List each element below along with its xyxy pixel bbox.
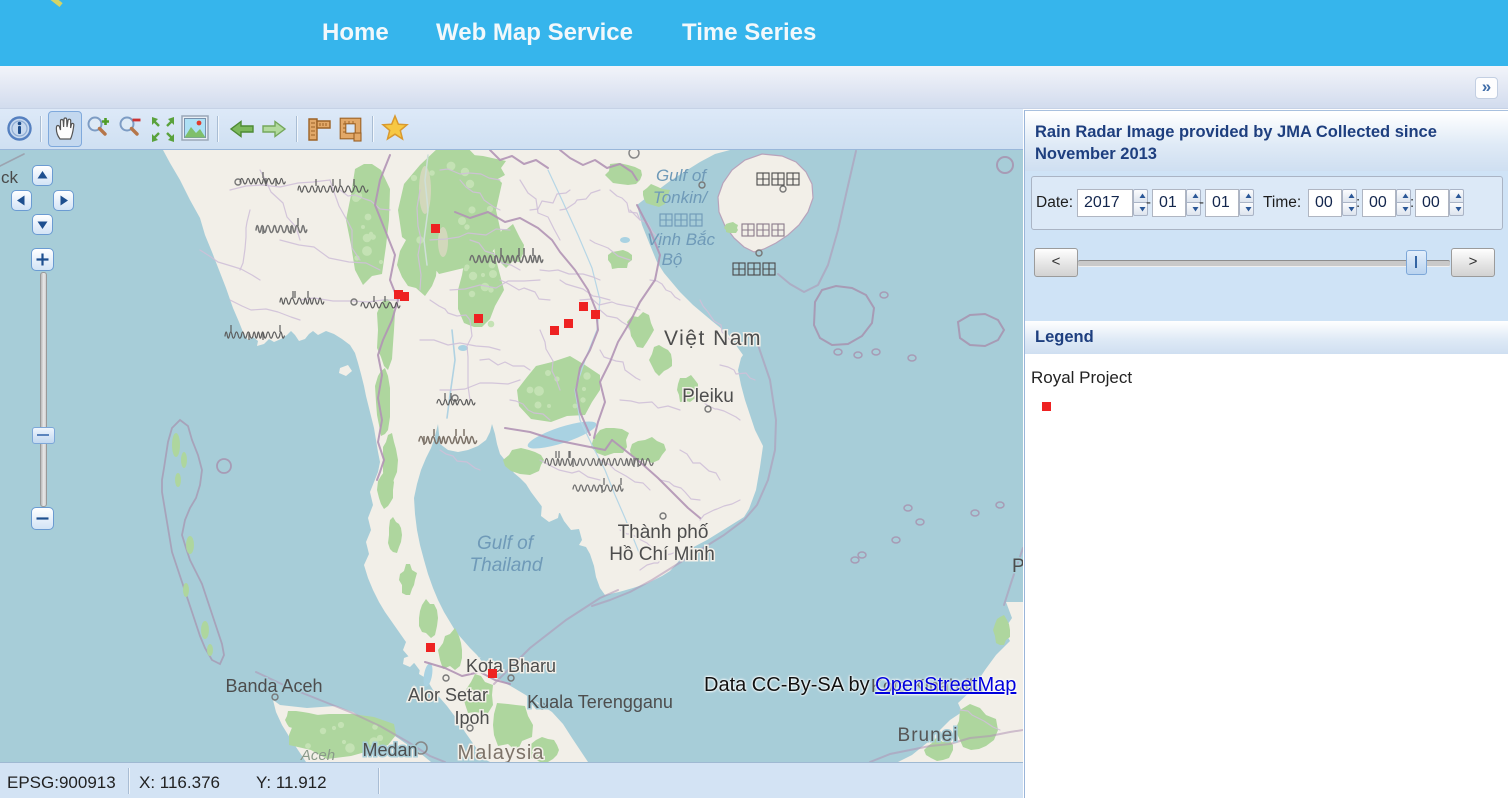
svg-text:Kuala Terengganu: Kuala Terengganu	[527, 692, 673, 712]
svg-text:Gulf of: Gulf of	[656, 166, 708, 185]
svg-text:Tonkin/: Tonkin/	[653, 188, 709, 207]
svg-text:Bộ: Bộ	[662, 250, 683, 269]
svg-text:Brunei: Brunei	[898, 725, 959, 746]
svg-text:Ipoh: Ipoh	[454, 708, 489, 728]
svg-text:Pleiku: Pleiku	[682, 386, 734, 407]
svg-text:Gulf of: Gulf of	[477, 533, 535, 554]
svg-text:Thành phố: Thành phố	[618, 522, 709, 543]
svg-text:Việt Nam: Việt Nam	[664, 327, 762, 350]
svg-text:P: P	[1012, 556, 1023, 577]
svg-text:Medan: Medan	[362, 740, 417, 760]
svg-text:Banda Aceh: Banda Aceh	[225, 676, 322, 696]
svg-text:Aceh: Aceh	[300, 747, 335, 762]
svg-text:Thailand: Thailand	[470, 555, 544, 576]
svg-text:Kota Bharu: Kota Bharu	[466, 656, 556, 676]
svg-text:Alor Setar: Alor Setar	[408, 685, 488, 705]
svg-text:ck: ck	[1, 168, 19, 187]
svg-text:Hồ Chí Minh: Hồ Chí Minh	[609, 544, 715, 565]
svg-text:Vịnh Bắc: Vịnh Bắc	[647, 230, 716, 249]
svg-text:Malaysia: Malaysia	[458, 742, 545, 762]
